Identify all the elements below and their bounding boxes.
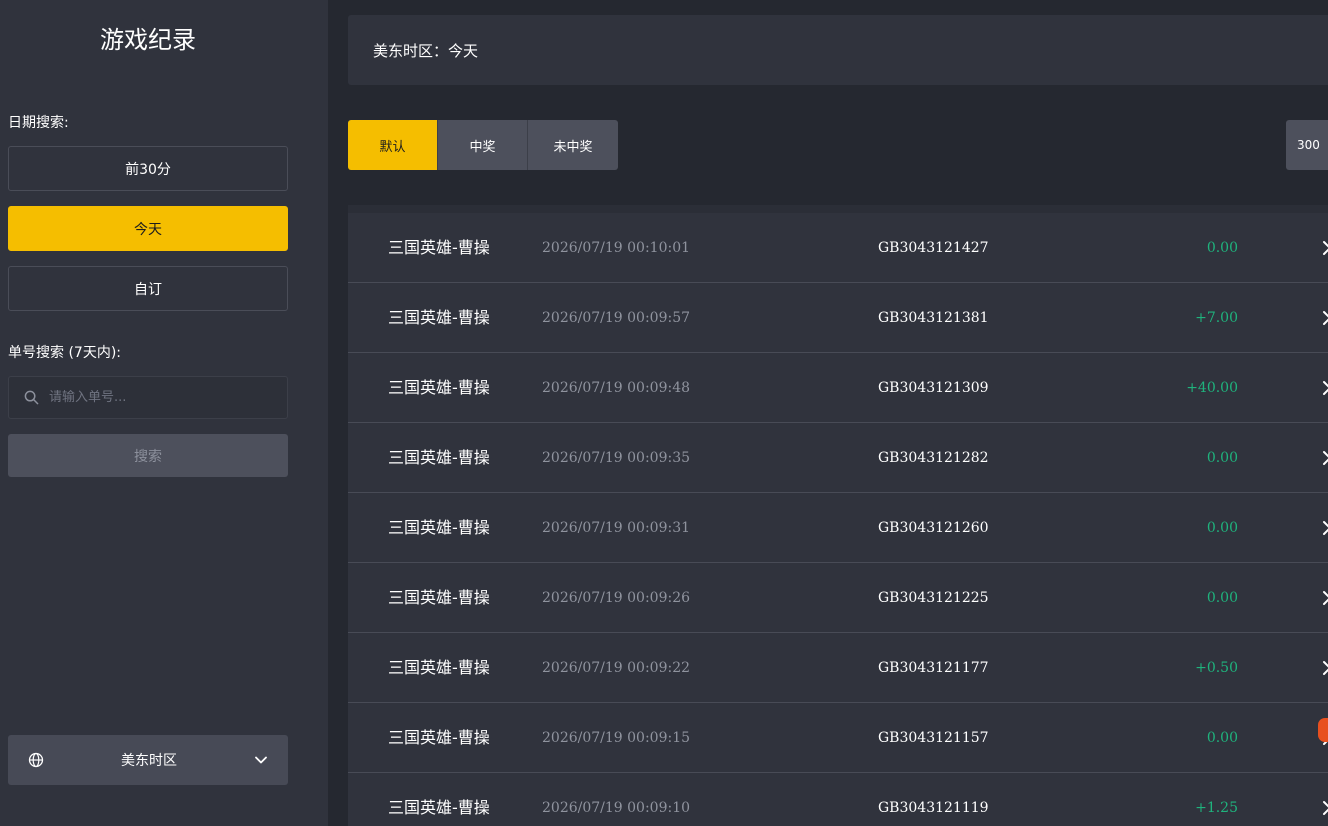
page-size-select[interactable]: 300 [1286,120,1328,170]
record-time: 2026/07/19 00:09:31 [542,520,691,536]
record-order-number: GB3043121427 [878,240,989,256]
record-game: 三国英雄-曹操 [388,238,490,257]
filter-won[interactable]: 中奖 [438,120,528,170]
floating-widget-tab[interactable] [1318,718,1328,742]
record-row[interactable]: 三国英雄-曹操 2026/07/19 00:09:15 GB3043121157… [348,703,1328,773]
record-amount: 0.00 [1206,730,1238,746]
result-filter-group: 默认 中奖 未中奖 [348,120,618,170]
record-game: 三国英雄-曹操 [388,798,490,817]
record-game: 三国英雄-曹操 [388,588,490,607]
sidebar: 游戏纪录 日期搜索: 前30分 今天 自订 单号搜索 (7天内): 搜索 美东时… [0,0,328,826]
record-order-number: GB3043121119 [878,800,989,816]
record-time: 2026/07/19 00:09:35 [542,450,691,466]
record-amount: 0.00 [1206,590,1238,606]
sidebar-title: 游戏纪录 [100,26,196,54]
record-time: 2026/07/19 00:09:15 [542,730,691,746]
timezone-select-value: 美东时区 [121,753,177,769]
record-game: 三国英雄-曹操 [388,308,490,327]
globe-icon [28,752,44,768]
timezone-banner: 美东时区：今天 [348,15,1328,85]
chevron-right-icon[interactable] [1322,380,1328,396]
record-amount: +40.00 [1186,380,1238,396]
record-order-number: GB3043121381 [878,310,989,326]
record-row[interactable]: 三国英雄-曹操 2026/07/19 00:09:10 GB3043121119… [348,773,1328,826]
filter-default[interactable]: 默认 [348,120,438,170]
record-amount: +7.00 [1195,310,1238,326]
record-time: 2026/07/19 00:09:26 [542,590,691,606]
record-order-number: GB3043121282 [878,450,989,466]
record-row[interactable]: 三国英雄-曹操 2026/07/19 00:09:48 GB3043121309… [348,353,1328,423]
search-icon [24,390,39,405]
chevron-right-icon[interactable] [1322,800,1328,816]
record-amount: 0.00 [1206,240,1238,256]
timezone-select[interactable]: 美东时区 [8,735,288,785]
order-search-label: 单号搜索 (7天内): [8,345,121,361]
record-time: 2026/07/19 00:09:10 [542,800,691,816]
record-row[interactable]: 三国英雄-曹操 2026/07/19 00:09:22 GB3043121177… [348,633,1328,703]
record-game: 三国英雄-曹操 [388,728,490,747]
record-time: 2026/07/19 00:09:22 [542,660,691,676]
search-button[interactable]: 搜索 [8,434,288,477]
record-row[interactable]: 三国英雄-曹操 2026/07/19 00:09:35 GB3043121282… [348,423,1328,493]
chevron-right-icon[interactable] [1322,520,1328,536]
record-game: 三国英雄-曹操 [388,518,490,537]
record-time: 2026/07/19 00:09:57 [542,310,691,326]
record-list: 三国英雄-曹操 2026/07/19 00:10:01 GB3043121427… [348,205,1328,826]
record-order-number: GB3043121309 [878,380,989,396]
record-order-number: GB3043121177 [878,660,989,676]
chevron-right-icon[interactable] [1322,450,1328,466]
date-search-label: 日期搜索: [8,115,69,131]
filter-not-won[interactable]: 未中奖 [528,120,618,170]
record-row[interactable]: 三国英雄-曹操 2026/07/19 00:09:57 GB3043121381… [348,283,1328,353]
record-order-number: GB3043121157 [878,730,989,746]
record-row[interactable]: 三国英雄-曹操 2026/07/19 00:10:01 GB3043121427… [348,213,1328,283]
record-game: 三国英雄-曹操 [388,378,490,397]
chevron-right-icon[interactable] [1322,240,1328,256]
record-game: 三国英雄-曹操 [388,658,490,677]
record-amount: 0.00 [1206,520,1238,536]
date-option-today[interactable]: 今天 [8,206,288,251]
record-order-number: GB3043121225 [878,590,989,606]
record-amount: +0.50 [1195,660,1238,676]
record-amount: 0.00 [1206,450,1238,466]
record-time: 2026/07/19 00:10:01 [542,240,691,256]
chevron-right-icon[interactable] [1322,310,1328,326]
date-option-custom[interactable]: 自订 [8,266,288,311]
date-option-last-30-min[interactable]: 前30分 [8,146,288,191]
record-row[interactable]: 三国英雄-曹操 2026/07/19 00:09:31 GB3043121260… [348,493,1328,563]
order-search-box[interactable] [8,376,288,419]
record-order-number: GB3043121260 [878,520,989,536]
chevron-right-icon[interactable] [1322,660,1328,676]
record-amount: +1.25 [1195,800,1238,816]
chevron-down-icon [255,756,267,764]
chevron-right-icon[interactable] [1322,590,1328,606]
record-time: 2026/07/19 00:09:48 [542,380,691,396]
record-game: 三国英雄-曹操 [388,448,490,467]
order-search-input[interactable] [49,390,269,405]
record-row[interactable]: 三国英雄-曹操 2026/07/19 00:09:26 GB3043121225… [348,563,1328,633]
